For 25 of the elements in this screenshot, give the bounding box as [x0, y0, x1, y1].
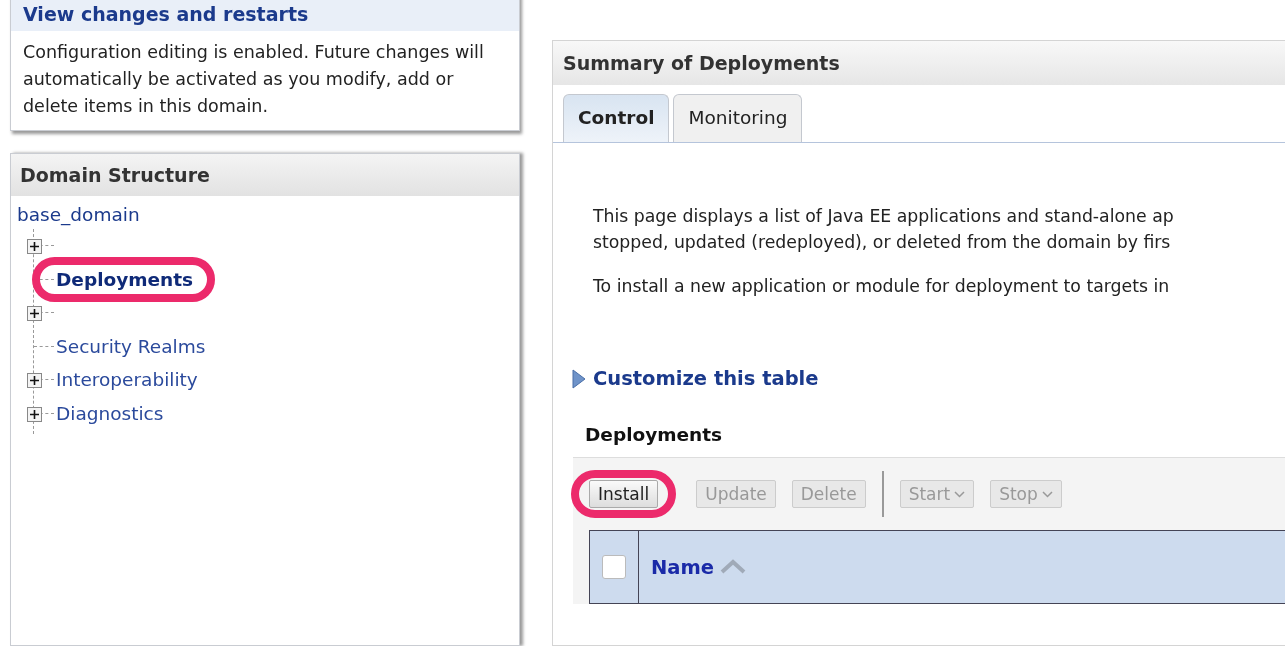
tab[interactable]: Control: [563, 94, 670, 142]
tree-item-link[interactable]: Interoperability: [56, 369, 198, 391]
sort-icon: [720, 559, 747, 575]
description-text: To install a new application or module for deployment to targets in: [593, 275, 1171, 298]
select-all-checkbox[interactable]: [602, 555, 626, 579]
configuration-message: Configuration editing is enabled. Future changes will automatically be activated as you modify, add or delete items in this domain.: [22, 41, 485, 118]
expand-icon[interactable]: [27, 239, 42, 254]
expand-icon[interactable]: [27, 373, 42, 388]
column-header[interactable]: Name: [639, 531, 747, 603]
tree-item-link[interactable]: Deployments: [56, 268, 194, 290]
description-text: This page displays a list of Java EE applications and stand-alone ap stopped, updated (redeployed), or deleted from the domain by firs: [593, 205, 1175, 254]
tree-root-link[interactable]: base_domain: [11, 196, 519, 229]
expand-icon[interactable]: [27, 406, 42, 422]
tab[interactable]: Monitoring: [673, 94, 803, 142]
customize-table-link[interactable]: Customize this table: [571, 367, 819, 390]
panel-title: Domain Structure: [11, 154, 519, 196]
expand-arrow-icon: [571, 367, 587, 390]
panel-title: Summary of Deployments: [553, 41, 1285, 85]
caret-icon: [954, 490, 966, 498]
expand-icon[interactable]: [27, 306, 42, 321]
tree-item-link[interactable]: Diagnostics: [56, 402, 164, 424]
tree-item-link[interactable]: Security Realms: [56, 335, 206, 357]
toolbar-button[interactable]: Install: [589, 480, 659, 508]
table-title: Deployments: [585, 424, 724, 445]
caret-icon: [1041, 490, 1053, 498]
